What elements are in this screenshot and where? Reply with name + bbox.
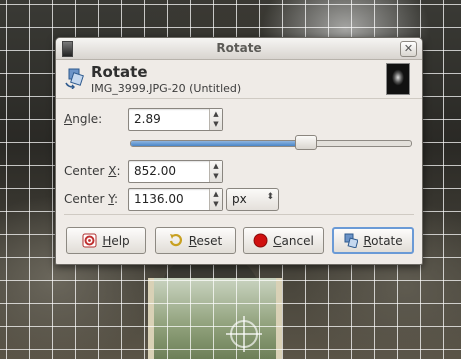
angle-spin-arrows[interactable]: ▲ ▼ <box>209 109 222 130</box>
angle-input[interactable]: 2.89 ▲ ▼ <box>128 108 223 131</box>
reset-mnemonic: R <box>188 233 197 248</box>
rotate-mnemonic: R <box>363 233 372 248</box>
center-x-input[interactable]: 852.00 ▲ ▼ <box>128 160 223 183</box>
center-y-label: Center Y: <box>64 192 118 206</box>
dialog-header: Rotate IMG_3999.JPG-20 (Untitled) <box>56 60 422 99</box>
reset-button[interactable]: Reset <box>155 227 236 254</box>
center-y-value: 1136.00 <box>134 192 184 206</box>
angle-label-text: ngle: <box>72 112 103 126</box>
spin-up-icon[interactable]: ▲ <box>210 109 222 119</box>
help-mnemonic: H <box>102 233 112 248</box>
rotation-center-handle[interactable] <box>226 316 262 352</box>
reset-label: Reset <box>189 234 223 248</box>
window-title: Rotate <box>216 41 262 55</box>
center-y-spin-arrows[interactable]: ▲ ▼ <box>209 189 222 210</box>
rotate-text: otate <box>371 233 403 248</box>
cancel-label: Cancel <box>273 234 314 248</box>
angle-value: 2.89 <box>134 112 161 126</box>
cancel-text: ancel <box>281 233 314 248</box>
header-title: Rotate <box>91 63 148 81</box>
help-button[interactable]: Help <box>66 227 146 254</box>
help-label: Help <box>102 234 129 248</box>
center-x-label: Center X: <box>64 164 120 178</box>
dialog-titlebar[interactable]: Rotate ✕ <box>56 38 422 60</box>
center-y-input[interactable]: 1136.00 ▲ ▼ <box>128 188 223 211</box>
rotate-icon <box>344 233 359 248</box>
angle-slider-fill <box>131 141 306 146</box>
close-icon: ✕ <box>403 42 414 55</box>
angle-label: Angle: <box>64 112 102 126</box>
unit-select[interactable]: px ⬍ <box>226 188 279 211</box>
help-icon <box>82 233 97 248</box>
chevron-updown-icon: ⬍ <box>266 192 274 202</box>
center-x-label-pre: Center <box>64 164 109 178</box>
angle-slider[interactable] <box>130 140 412 147</box>
button-separator <box>64 214 414 215</box>
rotate-dialog: Rotate ✕ Rotate IMG_3999.JPG-20 (Untitle… <box>55 37 423 265</box>
rotate-label: Rotate <box>363 234 402 248</box>
spin-up-icon[interactable]: ▲ <box>210 189 222 199</box>
center-y-label-pre: Center <box>64 192 109 206</box>
close-button[interactable]: ✕ <box>400 41 417 57</box>
reset-text: eset <box>196 233 223 248</box>
rotate-tool-icon <box>65 68 84 89</box>
help-text: elp <box>111 233 130 248</box>
angle-label-mnemonic: A <box>64 112 73 126</box>
center-y-label-post: : <box>113 192 118 206</box>
image-thumbnail <box>386 63 410 95</box>
spin-down-icon[interactable]: ▼ <box>210 199 222 209</box>
angle-slider-thumb[interactable] <box>294 135 317 150</box>
center-x-label-post: : <box>116 164 121 178</box>
spin-up-icon[interactable]: ▲ <box>210 161 222 171</box>
reset-icon <box>169 233 182 247</box>
spin-down-icon[interactable]: ▼ <box>210 171 222 181</box>
center-x-spin-arrows[interactable]: ▲ ▼ <box>209 161 222 182</box>
rotate-button[interactable]: Rotate <box>332 227 414 254</box>
cancel-icon <box>253 233 268 248</box>
header-subtitle: IMG_3999.JPG-20 (Untitled) <box>91 82 242 95</box>
cancel-mnemonic: C <box>273 233 282 248</box>
cancel-button[interactable]: Cancel <box>243 227 324 254</box>
center-x-value: 852.00 <box>134 164 176 178</box>
unit-value: px <box>232 192 247 206</box>
spin-down-icon[interactable]: ▼ <box>210 119 222 129</box>
